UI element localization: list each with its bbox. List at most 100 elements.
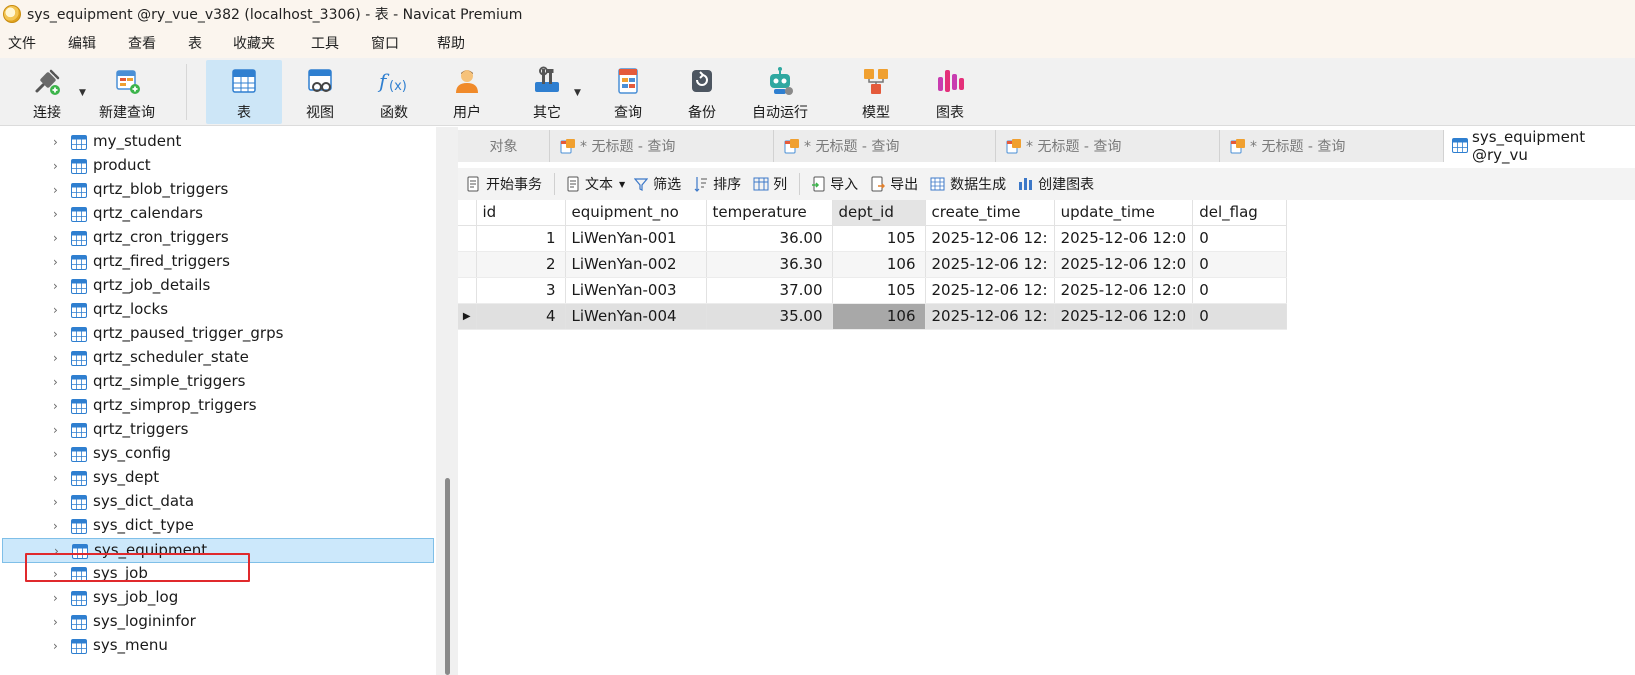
cell-create-time[interactable]: 2025-12-06 12: (925, 251, 1055, 278)
column-header[interactable]: equipment_no (565, 200, 707, 226)
cell-temperature[interactable]: 36.30 (706, 251, 833, 278)
chevron-right-icon[interactable]: › (53, 255, 65, 269)
chevron-right-icon[interactable]: › (53, 303, 65, 317)
tree-item-table[interactable]: › qrtz_job_details (0, 274, 436, 299)
menu-help[interactable]: 帮助 (429, 33, 489, 53)
column-header[interactable]: dept_id (832, 200, 926, 226)
menu-file[interactable]: 文件 (0, 33, 60, 53)
cell-del-flag[interactable]: 0 (1192, 251, 1288, 278)
chevron-right-icon[interactable]: › (53, 351, 65, 365)
cell-id[interactable]: 4 (476, 303, 566, 330)
cell-temperature[interactable]: 35.00 (706, 303, 833, 330)
menu-window[interactable]: 窗口 (363, 33, 429, 53)
row-gutter[interactable] (458, 277, 477, 304)
chevron-right-icon[interactable]: › (53, 591, 65, 605)
connect-button[interactable]: 连接 (22, 60, 72, 124)
other-button[interactable]: 其它 (522, 60, 572, 124)
row-gutter[interactable] (458, 225, 477, 252)
tree-item-table[interactable]: › qrtz_locks (0, 298, 436, 323)
tree-item-table[interactable]: › qrtz_cron_triggers (0, 226, 436, 251)
tree-item-table[interactable]: › qrtz_triggers (0, 418, 436, 443)
menu-table[interactable]: 表 (180, 33, 225, 53)
tab-query-1[interactable]: * 无标题 - 查询 (550, 130, 774, 162)
cell-update-time[interactable]: 2025-12-06 12:0 (1054, 225, 1194, 252)
cell-del-flag[interactable]: 0 (1192, 303, 1288, 330)
chevron-right-icon[interactable]: › (53, 207, 65, 221)
cell-dept-id[interactable]: 105 (832, 277, 926, 304)
cell-equipment-no[interactable]: LiWenYan-002 (565, 251, 707, 278)
tree-item-table[interactable]: › qrtz_fired_triggers (0, 250, 436, 275)
tab-sys-equipment[interactable]: sys_equipment @ry_vu (1444, 128, 1635, 164)
menu-favorites[interactable]: 收藏夹 (225, 33, 303, 53)
tree-item-table[interactable]: › sys_dict_type (0, 514, 436, 539)
chevron-right-icon[interactable]: › (53, 135, 65, 149)
chevron-right-icon[interactable]: › (53, 471, 65, 485)
chevron-right-icon[interactable]: › (53, 615, 65, 629)
sidebar-scrollbar-thumb[interactable] (445, 478, 450, 675)
data-grid[interactable]: id equipment_no temperature dept_id crea… (458, 200, 1635, 675)
create-chart-button[interactable]: 创建图表 (1018, 174, 1094, 194)
table-row[interactable]: 1 LiWenYan-001 36.00 105 2025-12-06 12: … (458, 225, 1288, 252)
import-button[interactable]: 导入 (810, 174, 858, 194)
cell-del-flag[interactable]: 0 (1192, 277, 1288, 304)
tree-item-table[interactable]: › sys_dept (0, 466, 436, 491)
sort-button[interactable]: 排序 (693, 174, 741, 194)
tree-item-table[interactable]: › qrtz_blob_triggers (0, 178, 436, 203)
cell-id[interactable]: 3 (476, 277, 566, 304)
tree-item-table[interactable]: › my_student (0, 130, 436, 155)
chevron-right-icon[interactable]: › (53, 159, 65, 173)
chevron-right-icon[interactable]: › (53, 327, 65, 341)
table-row[interactable]: 3 LiWenYan-003 37.00 105 2025-12-06 12: … (458, 277, 1288, 304)
object-tree[interactable]: › my_student › product › qrtz_blob_trigg… (0, 127, 436, 675)
chevron-right-icon[interactable]: › (53, 399, 65, 413)
table-row-current[interactable]: ▶ 4 LiWenYan-004 35.00 106 2025-12-06 12… (458, 303, 1288, 330)
columns-button[interactable]: 列 (753, 174, 787, 194)
column-header[interactable]: update_time (1054, 200, 1194, 226)
cell-dept-id[interactable]: 105 (832, 225, 926, 252)
tab-objects[interactable]: 对象 (458, 130, 550, 162)
query-button[interactable]: 查询 (603, 60, 653, 124)
cell-temperature[interactable]: 37.00 (706, 277, 833, 304)
tree-item-table[interactable]: › product (0, 154, 436, 179)
menu-edit[interactable]: 编辑 (60, 33, 120, 53)
row-gutter[interactable] (458, 251, 477, 278)
begin-transaction-button[interactable]: 开始事务 (466, 174, 542, 194)
filter-button[interactable]: 筛选 (633, 174, 681, 194)
table-button[interactable]: 表 (206, 60, 282, 124)
tree-item-table[interactable]: › qrtz_simple_triggers (0, 370, 436, 395)
model-button[interactable]: 模型 (851, 60, 901, 124)
text-dropdown-icon[interactable]: ▼ (619, 180, 625, 189)
export-button[interactable]: 导出 (870, 174, 918, 194)
view-button[interactable]: 视图 (295, 60, 345, 124)
menu-view[interactable]: 查看 (120, 33, 180, 53)
menu-tools[interactable]: 工具 (303, 33, 363, 53)
text-button[interactable]: 文本 (565, 174, 613, 194)
table-row[interactable]: 2 LiWenYan-002 36.30 106 2025-12-06 12: … (458, 251, 1288, 278)
cell-update-time[interactable]: 2025-12-06 12:0 (1054, 303, 1194, 330)
cell-create-time[interactable]: 2025-12-06 12: (925, 277, 1055, 304)
column-header[interactable]: create_time (925, 200, 1055, 226)
function-button[interactable]: f (x) 函数 (369, 60, 419, 124)
cell-create-time[interactable]: 2025-12-06 12: (925, 303, 1055, 330)
new-query-button[interactable]: 新建查询 (92, 60, 162, 124)
column-header[interactable]: temperature (706, 200, 833, 226)
tab-query-2[interactable]: * 无标题 - 查询 (774, 130, 996, 162)
cell-temperature[interactable]: 36.00 (706, 225, 833, 252)
tree-item-table[interactable]: › qrtz_calendars (0, 202, 436, 227)
tab-query-4[interactable]: * 无标题 - 查询 (1220, 130, 1444, 162)
data-generation-button[interactable]: 数据生成 (930, 174, 1006, 194)
cell-del-flag[interactable]: 0 (1192, 225, 1288, 252)
other-dropdown-icon[interactable]: ▼ (574, 88, 581, 98)
chevron-right-icon[interactable]: › (53, 519, 65, 533)
cell-dept-id-selected[interactable]: 106 (832, 303, 926, 330)
connect-dropdown-icon[interactable]: ▼ (79, 88, 86, 98)
cell-update-time[interactable]: 2025-12-06 12:0 (1054, 251, 1194, 278)
cell-equipment-no[interactable]: LiWenYan-004 (565, 303, 707, 330)
cell-id[interactable]: 2 (476, 251, 566, 278)
chart-button[interactable]: 图表 (925, 60, 975, 124)
chevron-right-icon[interactable]: › (53, 375, 65, 389)
chevron-right-icon[interactable]: › (53, 495, 65, 509)
tree-item-table[interactable]: › sys_dict_data (0, 490, 436, 515)
chevron-right-icon[interactable]: › (53, 231, 65, 245)
cell-update-time[interactable]: 2025-12-06 12:0 (1054, 277, 1194, 304)
